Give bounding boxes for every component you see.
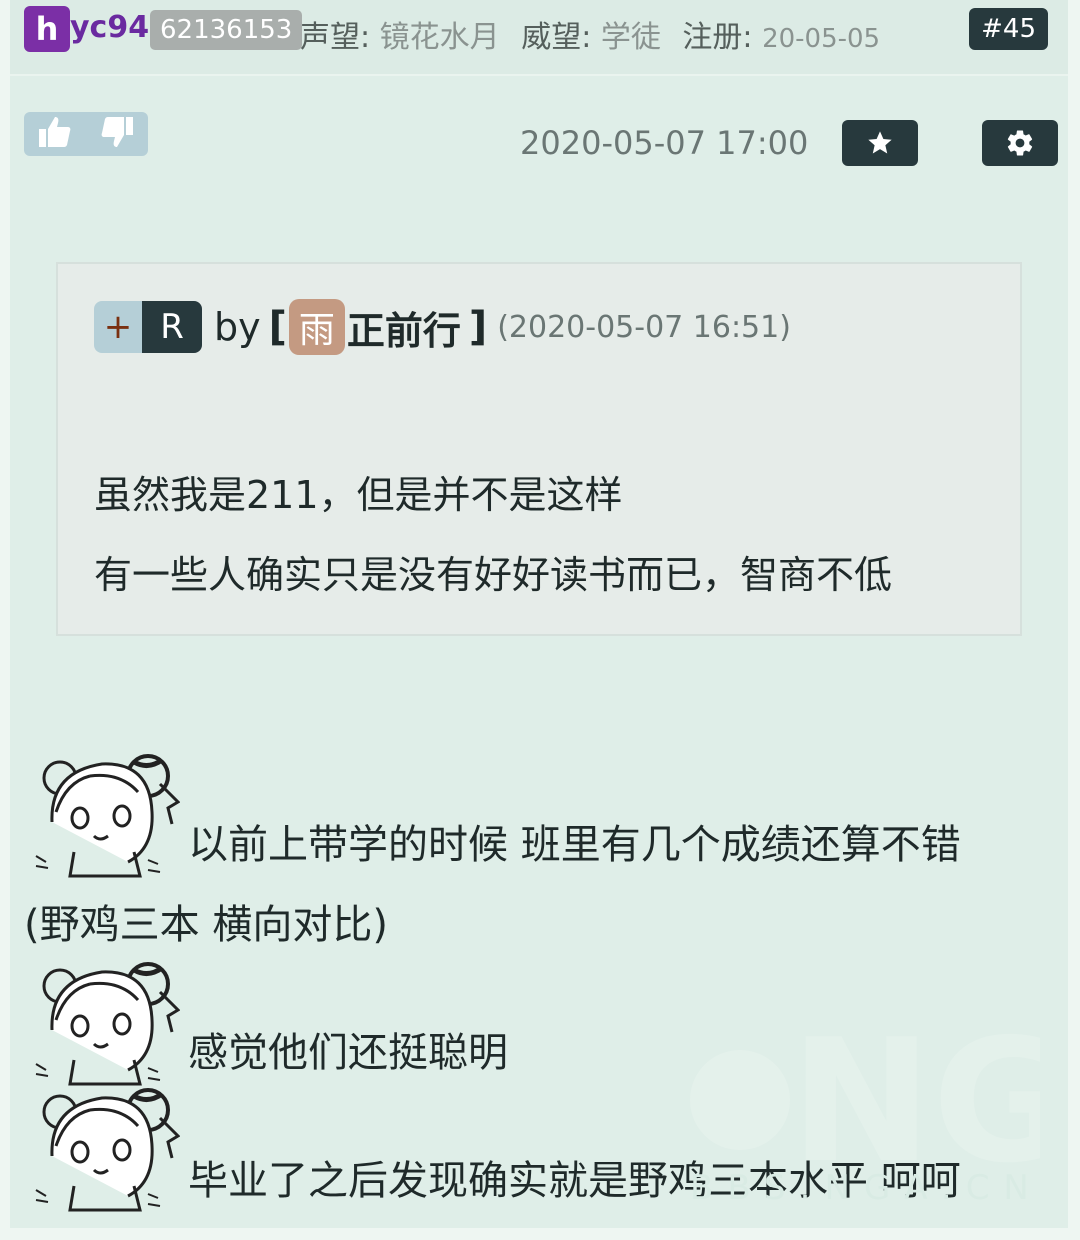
frame-left [0,0,10,1240]
username-link[interactable]: yc94 [70,10,149,45]
frame-bottom [0,1228,1080,1240]
register-date: 20-05-05 [762,24,881,54]
star-icon [868,131,892,154]
quoted-username[interactable]: 正前行 [347,300,461,355]
anime-girl-sticker-icon [30,960,180,1088]
thumbs-up-icon[interactable] [37,115,73,153]
quote-by-label: by [214,305,261,349]
quoted-user-avatar[interactable]: 雨 [288,299,345,355]
post-line: (野鸡三本 横向对比) [24,902,388,948]
prestige-label: 威望: [521,20,592,55]
vote-buttons [24,112,148,156]
open-bracket: [ [268,304,287,350]
gear-icon [1007,130,1033,156]
reply-tag-button[interactable]: R [142,301,202,353]
reputation-value: 镜花水月 [379,20,500,55]
favorite-button[interactable] [842,120,918,166]
prestige-value: 学徒 [600,20,661,55]
anime-girl-sticker-icon [30,1086,180,1214]
uid-badge[interactable]: 62136153 [150,10,303,50]
post-line: 以前上带学的时候 班里有几个成绩还算不错 [188,822,961,868]
frame-right [1068,0,1080,1240]
settings-button[interactable] [982,120,1058,166]
reputation-label: 声望: [300,20,371,55]
register-label: 注册: [682,20,753,55]
close-bracket: ] [468,304,488,350]
thumbs-down-icon[interactable] [99,115,135,153]
quote-date: (2020-05-07 16:51) [497,309,791,345]
anime-girl-sticker-icon [30,752,180,880]
user-avatar[interactable]: h [24,6,70,52]
post-header: h yc94 62136153 声望: 镜花水月 威望: 学徒 注册: 20-0… [10,0,1068,76]
quote-line: 有一些人确实只是没有好好读书而已，智商不低 [94,553,893,597]
floor-number-badge[interactable]: #45 [969,8,1048,50]
post-line: 感觉他们还挺聪明 [188,1030,508,1076]
quote-header: + R by [ 雨 正前行 ] (2020-05-07 16:51) [94,299,791,355]
user-meta: 声望: 镜花水月 威望: 学徒 注册: 20-05-05 [300,12,880,56]
quote-line: 虽然我是211，但是并不是这样 [94,473,623,517]
watermark-url: BBS.NGA.CN [690,1168,1043,1208]
quoted-reply: + R by [ 雨 正前行 ] (2020-05-07 16:51) 虽然我是… [56,262,1022,636]
expand-quote-button[interactable]: + [94,301,142,353]
post-timestamp: 2020-05-07 17:00 [520,124,809,162]
